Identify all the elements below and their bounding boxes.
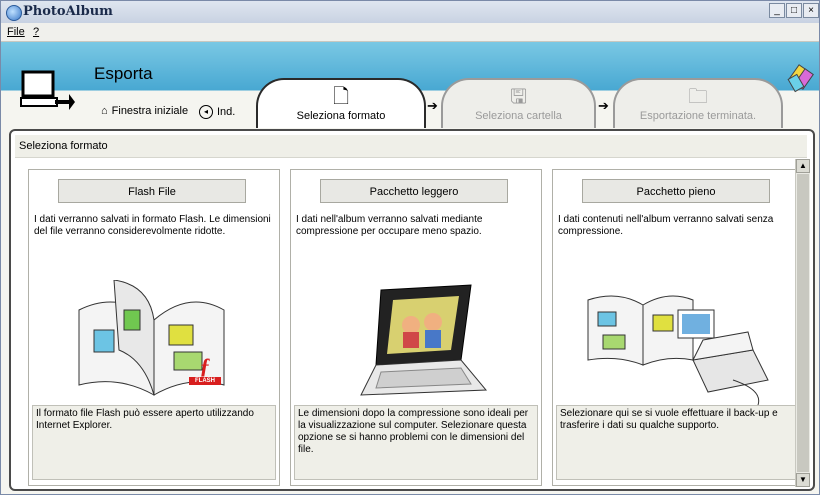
step-label: Esportazione terminata. [639, 110, 757, 122]
section-header: Seleziona formato [15, 135, 807, 158]
step-label: Seleziona cartella [475, 110, 562, 122]
format-panel-full: Pacchetto pieno I dati contenuti nell'al… [552, 169, 804, 486]
window-controls: _ □ × [768, 3, 819, 18]
maximize-button[interactable]: □ [786, 3, 802, 18]
full-package-button[interactable]: Pacchetto pieno [582, 179, 770, 203]
window-title: PhotoAlbum [23, 4, 113, 19]
panel-description: I dati contenuti nell'album verranno sal… [558, 214, 774, 237]
format-panel-flash: Flash File I dati verranno salvati in fo… [28, 169, 280, 486]
photoalbum-app-icon [6, 5, 22, 21]
index-back-icon: ◂ [199, 105, 213, 119]
menu-file[interactable]: File [7, 26, 25, 38]
flash-player-logo: ƒ FLASH [189, 355, 221, 391]
panel-note: Le dimensioni dopo la compressione sono … [294, 405, 538, 480]
minimize-button[interactable]: _ [769, 3, 785, 18]
content-frame: Seleziona formato Flash File I dati verr… [9, 129, 815, 491]
app-window: PhotoAlbum _ □ × File ? Esporta ⌂ Finest… [0, 0, 820, 495]
flash-logo-text: FLASH [189, 377, 221, 385]
format-panel-light: Pacchetto leggero I dati nell'album verr… [290, 169, 542, 486]
panel-note: Il formato file Flash può essere aperto … [32, 405, 276, 480]
panel-description: I dati nell'album verranno salvati media… [296, 214, 483, 237]
step-tab-esportazione-terminata[interactable]: 🗀 Esportazione terminata. [613, 78, 783, 128]
home-icon: ⌂ [101, 105, 108, 117]
close-button[interactable]: × [803, 3, 819, 18]
index-link-label: Ind. [217, 106, 236, 118]
export-computer-icon [20, 70, 75, 110]
section-title: Seleziona formato [19, 140, 108, 152]
step-tab-seleziona-formato[interactable]: 🗋 Seleziona formato [256, 78, 426, 128]
vertical-scrollbar[interactable]: ▲ ▼ [795, 159, 810, 487]
brand-logo-icon [787, 64, 814, 93]
step-label: Seleziona formato [296, 110, 386, 122]
panel-note: Selezionare qui se si vuole effettuare i… [556, 405, 800, 480]
panel-description: I dati verranno salvati in formato Flash… [34, 214, 271, 237]
home-link-label: Finestra iniziale [111, 105, 189, 117]
scroll-thumb[interactable] [797, 174, 809, 472]
scroll-up-icon[interactable]: ▲ [796, 159, 810, 173]
flash-file-button[interactable]: Flash File [58, 179, 246, 203]
album-printer-illustration [587, 295, 769, 406]
flash-f-icon: ƒ [199, 353, 211, 378]
index-link[interactable]: ◂ Ind. [199, 105, 235, 119]
title-bar[interactable]: PhotoAlbum _ □ × [1, 1, 819, 24]
page-title: Esporta [94, 64, 153, 83]
export-header: Esporta ⌂ Finestra iniziale ◂ Ind. 🗋 Sel… [1, 42, 819, 130]
menu-help[interactable]: ? [33, 26, 39, 38]
step-tab-seleziona-cartella[interactable]: 🖫 Seleziona cartella [441, 78, 596, 128]
light-package-button[interactable]: Pacchetto leggero [320, 179, 508, 203]
step-arrow-icon: ➔ [427, 98, 438, 113]
scroll-down-icon[interactable]: ▼ [796, 473, 810, 487]
laptop-illustration [360, 284, 488, 396]
step-arrow-icon: ➔ [598, 98, 609, 113]
menu-bar: File ? [1, 23, 819, 42]
home-link[interactable]: ⌂ Finestra iniziale [101, 105, 188, 117]
